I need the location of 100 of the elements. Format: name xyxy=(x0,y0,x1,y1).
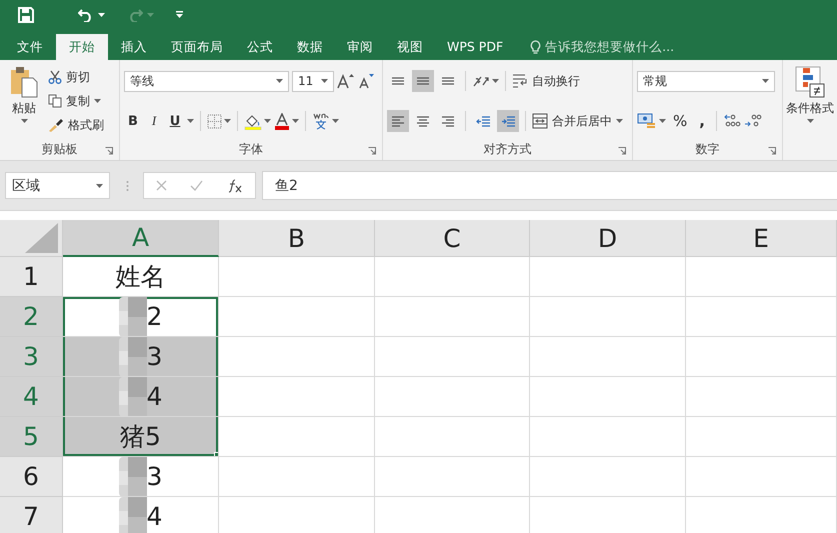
ribbon-tab[interactable]: 页面布局 xyxy=(160,34,234,60)
caret-icon[interactable] xyxy=(806,119,814,123)
cut-button[interactable]: 剪切 xyxy=(48,66,104,88)
empty-cell[interactable] xyxy=(375,417,530,457)
name-box[interactable]: 区域 xyxy=(5,172,110,199)
empty-cell[interactable] xyxy=(686,377,837,417)
conditional-format-button[interactable]: 条件格式 xyxy=(787,64,833,160)
font-size-dropdown[interactable]: 11 xyxy=(292,70,334,92)
caret-icon[interactable] xyxy=(224,119,231,123)
selected-cell[interactable]: 3 xyxy=(63,337,219,377)
row-header[interactable]: 3 xyxy=(0,337,63,377)
align-left-button[interactable] xyxy=(387,110,409,132)
font-color-icon[interactable] xyxy=(274,112,290,130)
increase-indent-button[interactable] xyxy=(497,110,519,132)
empty-cell[interactable] xyxy=(686,457,837,497)
row-header[interactable]: 2 xyxy=(0,297,63,337)
dialog-launcher-icon[interactable] xyxy=(618,147,626,155)
empty-cell[interactable] xyxy=(686,257,837,297)
function-icon[interactable] xyxy=(227,178,244,192)
selected-cell[interactable]: 4 xyxy=(63,377,219,417)
ribbon-tab[interactable]: WPS PDF xyxy=(436,34,514,60)
column-header[interactable]: D xyxy=(530,220,686,257)
tell-me-field[interactable]: 告诉我您想要做什么... xyxy=(545,38,674,56)
table-cell[interactable]: 姓名 xyxy=(63,257,219,297)
customize-icon[interactable] xyxy=(176,11,183,19)
ribbon-tab[interactable]: 视图 xyxy=(386,34,434,60)
dropdown-caret-icon[interactable] xyxy=(762,79,769,83)
shrink-font-icon[interactable] xyxy=(358,73,374,89)
row-header[interactable]: 6 xyxy=(0,457,63,497)
dialog-launcher-icon[interactable] xyxy=(368,147,376,155)
italic-button[interactable]: I xyxy=(145,113,163,129)
column-header[interactable]: A xyxy=(63,220,219,257)
selected-cell[interactable]: 猪5 xyxy=(63,417,219,457)
currency-icon[interactable] xyxy=(637,112,657,130)
borders-icon[interactable] xyxy=(207,114,222,128)
empty-cell[interactable] xyxy=(530,257,686,297)
caret-icon[interactable] xyxy=(332,119,339,123)
paste-button[interactable]: 粘贴 xyxy=(4,64,44,138)
empty-cell[interactable] xyxy=(530,297,686,337)
caret-icon[interactable] xyxy=(659,119,666,123)
ribbon-tab[interactable]: 公式 xyxy=(236,34,284,60)
empty-cell[interactable] xyxy=(686,337,837,377)
ribbon-tab[interactable]: 文件 xyxy=(6,34,54,60)
table-cell[interactable]: 3 xyxy=(63,457,219,497)
column-header[interactable]: B xyxy=(219,220,375,257)
middle-align-button[interactable] xyxy=(412,70,434,92)
percent-button[interactable]: % xyxy=(669,112,692,130)
grow-font-icon[interactable] xyxy=(337,73,355,89)
empty-cell[interactable] xyxy=(686,417,837,457)
empty-cell[interactable] xyxy=(375,457,530,497)
font-name-dropdown[interactable]: 等线 xyxy=(124,70,289,92)
empty-cell[interactable] xyxy=(375,257,530,297)
underline-button[interactable]: U xyxy=(166,114,184,128)
undo-caret-icon[interactable] xyxy=(98,13,105,17)
dialog-launcher-icon[interactable] xyxy=(105,147,113,155)
empty-cell[interactable] xyxy=(530,337,686,377)
wrap-text-button[interactable]: 自动换行 xyxy=(512,70,580,92)
dropdown-caret-icon[interactable] xyxy=(276,79,283,83)
copy-button[interactable]: 复制 xyxy=(48,90,104,112)
caret-icon[interactable] xyxy=(492,79,499,83)
ribbon-tab[interactable]: 插入 xyxy=(110,34,158,60)
format-painter-button[interactable]: 格式刷 xyxy=(48,114,104,136)
merge-center-button[interactable]: 合并后居中 xyxy=(532,110,623,132)
empty-cell[interactable] xyxy=(375,377,530,417)
save-icon[interactable] xyxy=(18,7,34,23)
bold-button[interactable]: B xyxy=(124,114,142,128)
row-header[interactable]: 1 xyxy=(0,257,63,297)
phonetic-guide-icon[interactable] xyxy=(312,112,330,130)
fill-color-icon[interactable] xyxy=(244,112,262,130)
caret-icon[interactable] xyxy=(616,119,623,123)
empty-cell[interactable] xyxy=(530,417,686,457)
caret-icon[interactable] xyxy=(94,99,101,103)
empty-cell[interactable] xyxy=(530,457,686,497)
ribbon-tab[interactable]: 审阅 xyxy=(336,34,384,60)
increase-decimal-icon[interactable] xyxy=(722,114,741,128)
caret-icon[interactable] xyxy=(264,119,271,123)
ribbon-tab[interactable]: 数据 xyxy=(286,34,334,60)
empty-cell[interactable] xyxy=(530,377,686,417)
ribbon-tab[interactable]: 开始 xyxy=(56,34,108,60)
empty-cell[interactable] xyxy=(686,297,837,337)
number-format-dropdown[interactable]: 常规 xyxy=(637,70,775,92)
formula-field[interactable]: 鱼2 xyxy=(275,176,298,194)
empty-cell[interactable] xyxy=(375,297,530,337)
empty-cell[interactable] xyxy=(375,337,530,377)
row-header[interactable]: 5 xyxy=(0,417,63,457)
active-cell[interactable]: 2 xyxy=(63,297,219,337)
caret-icon[interactable] xyxy=(20,119,28,123)
row-header[interactable]: 7 xyxy=(0,497,63,533)
column-header[interactable]: C xyxy=(375,220,530,257)
dropdown-caret-icon[interactable] xyxy=(96,184,103,188)
caret-icon[interactable] xyxy=(292,119,299,123)
checkmark-icon[interactable] xyxy=(190,180,204,191)
column-header[interactable]: E xyxy=(686,220,837,257)
caret-icon[interactable] xyxy=(187,119,194,123)
comma-button[interactable]: , xyxy=(694,112,710,130)
row-header[interactable]: 4 xyxy=(0,377,63,417)
decrease-decimal-icon[interactable] xyxy=(744,114,762,128)
dropdown-caret-icon[interactable] xyxy=(321,79,328,83)
undo-icon[interactable] xyxy=(78,8,94,22)
dialog-launcher-icon[interactable] xyxy=(768,147,776,155)
